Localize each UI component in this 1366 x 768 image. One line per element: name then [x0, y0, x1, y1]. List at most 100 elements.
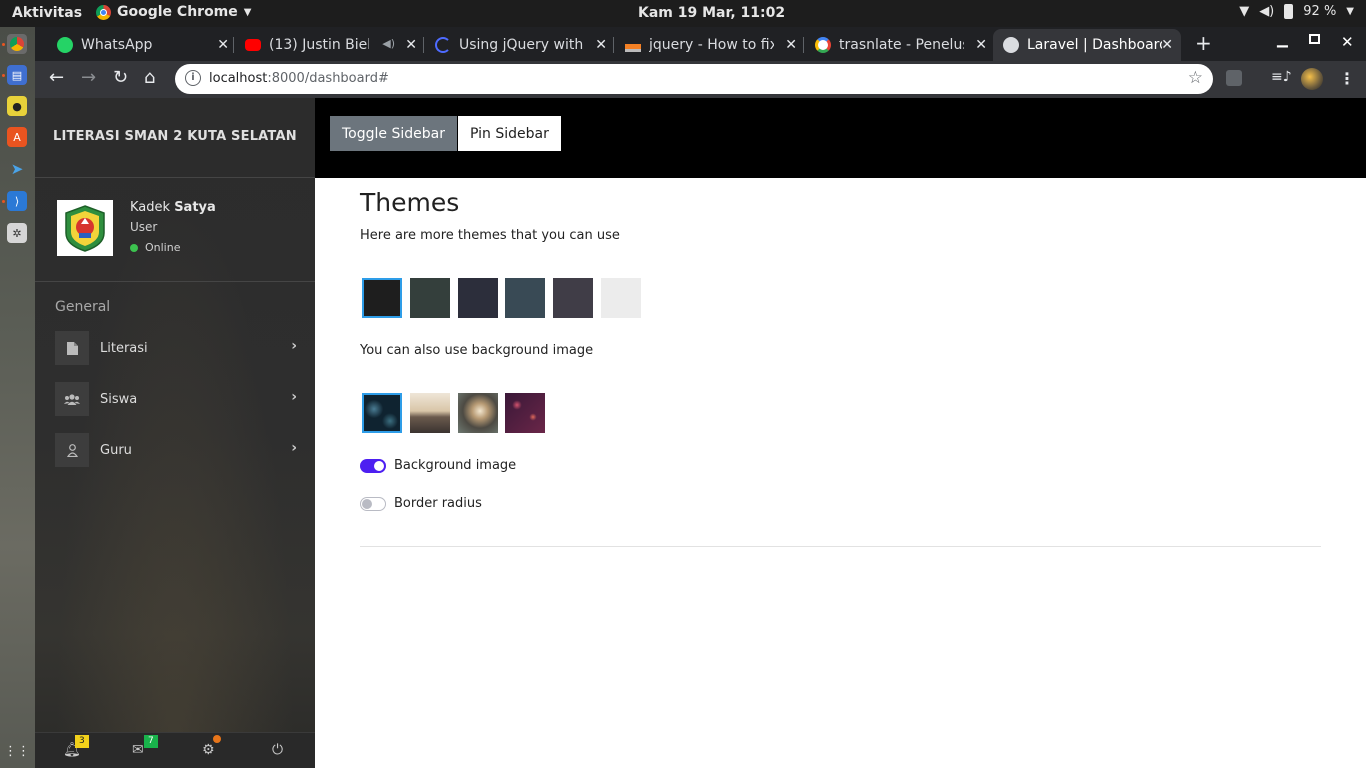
background-description: You can also use background image [360, 343, 594, 358]
app-menu[interactable]: Google Chrome ▼ [96, 4, 251, 20]
files-dock-icon[interactable]: ▤ [7, 65, 27, 85]
tab-whatsapp[interactable]: WhatsApp ✕ [47, 29, 237, 61]
bg-thumb-purple-bokeh[interactable] [505, 393, 545, 433]
bg-thumb-sunset-road[interactable] [410, 393, 450, 433]
theme-swatch[interactable] [362, 278, 402, 318]
tab-google[interactable]: trasnlate - Penelusur ✕ [805, 29, 995, 61]
chevron-right-icon: › [291, 338, 297, 354]
software-dock-icon[interactable]: A [7, 127, 27, 147]
close-icon[interactable]: ✕ [595, 37, 607, 53]
bg-thumb-dandelion[interactable] [458, 393, 498, 433]
audio-icon: ◀) [382, 37, 395, 50]
back-icon[interactable]: ← [49, 68, 64, 88]
tab-strip: WhatsApp ✕ (13) Justin Bieber ◀) ✕ Using… [35, 27, 1366, 61]
new-tab-button[interactable]: + [1195, 31, 1212, 55]
sidebar-item-label: Literasi [100, 340, 148, 356]
tab-stackoverflow[interactable]: jquery - How to fix ✕ [615, 29, 805, 61]
bg-thumb-night-bokeh[interactable] [362, 393, 402, 433]
logout-button[interactable]: ⏻ [272, 742, 283, 758]
settings-dot [213, 735, 221, 743]
user-name: Kadek Satya [130, 200, 216, 215]
theme-swatch[interactable] [601, 278, 641, 318]
forward-icon[interactable]: → [81, 68, 96, 88]
divider [360, 546, 1321, 547]
themes-description: Here are more themes that you can use [360, 228, 620, 243]
extension-icon[interactable] [1226, 70, 1242, 86]
tab-separator [423, 37, 424, 53]
chrome-dock-icon[interactable] [7, 34, 27, 54]
sidebar-footer: 🔔︎ 3 ✉ 7 ⚙ ⏻ [35, 732, 315, 768]
border-radius-toggle-row[interactable]: Border radius [360, 496, 482, 511]
theme-swatch[interactable] [458, 278, 498, 318]
dock: ▤ ● A ➤ ⟩ ✲ ⋮⋮ [0, 27, 35, 768]
toggle-sidebar-button[interactable]: Toggle Sidebar [330, 116, 457, 151]
close-window-icon[interactable]: ✕ [1341, 33, 1354, 51]
settings-button[interactable]: ⚙ [202, 735, 221, 758]
close-icon[interactable]: ✕ [975, 37, 987, 53]
notifications-button[interactable]: 🔔︎ 3 [63, 735, 89, 758]
app-dock-icon[interactable]: ➤ [7, 159, 27, 179]
reload-icon[interactable]: ↻ [113, 68, 128, 88]
close-icon[interactable]: ✕ [785, 37, 797, 53]
music-dock-icon[interactable]: ● [7, 96, 27, 116]
sidebar-item-siswa[interactable]: Siswa › [55, 381, 307, 417]
tab-title: WhatsApp [81, 37, 153, 53]
sidebar-item-literasi[interactable]: Literasi › [55, 330, 307, 366]
profile-avatar[interactable] [1301, 68, 1323, 90]
brand-title[interactable]: LITERASI SMAN 2 KUTA SELATAN [53, 129, 297, 144]
tab-youtube[interactable]: (13) Justin Bieber ◀) ✕ [235, 29, 425, 61]
messages-button[interactable]: ✉ 7 [132, 735, 158, 758]
app-menu-label: Google Chrome [117, 4, 238, 20]
toggle-label: Background image [394, 458, 517, 473]
tab-separator [803, 37, 804, 53]
close-icon[interactable]: ✕ [217, 37, 229, 53]
section-title: General [55, 299, 111, 315]
sidebar-item-guru[interactable]: Guru › [55, 432, 307, 468]
tab-title: (13) Justin Bieber [269, 37, 369, 53]
theme-swatch[interactable] [410, 278, 450, 318]
address-bar[interactable]: i localhost:8000/dashboard# ☆ [175, 64, 1213, 94]
tab-title: trasnlate - Penelusur [839, 37, 964, 53]
clock[interactable]: Kam 19 Mar, 11:02 [638, 5, 785, 21]
background-image-toggle-row[interactable]: Background image [360, 458, 516, 473]
messages-badge: 7 [144, 735, 158, 748]
theme-swatch[interactable] [505, 278, 545, 318]
settings-dock-icon[interactable]: ✲ [7, 223, 27, 243]
maximize-icon[interactable] [1309, 34, 1320, 44]
info-icon[interactable]: i [185, 70, 201, 86]
close-icon[interactable]: ✕ [405, 37, 417, 53]
tab-separator [233, 37, 234, 53]
home-icon[interactable]: ⌂ [144, 68, 155, 88]
online-dot-icon [130, 243, 138, 252]
close-icon[interactable]: ✕ [1161, 37, 1173, 53]
show-apps-icon[interactable]: ⋮⋮ [4, 741, 30, 761]
app-sidebar: LITERASI SMAN 2 KUTA SELATAN Kadek Satya… [35, 98, 315, 768]
chevron-right-icon: › [291, 389, 297, 405]
media-control-icon[interactable]: ≡♪ [1271, 69, 1292, 85]
pin-sidebar-button[interactable]: Pin Sidebar [458, 116, 561, 151]
status-text: Online [145, 241, 181, 254]
user-role: User [130, 220, 158, 234]
tab-laravel-dashboard[interactable]: Laravel | Dashboard ✕ [993, 29, 1181, 61]
globe-icon [1003, 37, 1019, 53]
user-status: Online [130, 241, 180, 254]
sidebar-item-label: Siswa [100, 391, 138, 407]
background-image-switch[interactable] [360, 458, 386, 473]
power-icon: ⏻ [272, 742, 284, 758]
url-text: localhost:8000/dashboard# [209, 71, 389, 86]
minimize-icon[interactable]: ▁ [1277, 32, 1288, 48]
system-tray[interactable]: ▼ ◀) 92 % ▼ [1239, 4, 1354, 19]
border-radius-switch[interactable] [360, 496, 386, 511]
activities-button[interactable]: Aktivitas [12, 5, 82, 21]
youtube-icon [245, 39, 261, 51]
page-title: Themes [360, 188, 460, 217]
vscode-dock-icon[interactable]: ⟩ [7, 191, 27, 211]
battery-icon [1284, 4, 1294, 19]
bookmark-star-icon[interactable]: ☆ [1188, 68, 1203, 88]
theme-swatch[interactable] [553, 278, 593, 318]
tab-jquery-c[interactable]: Using jQuery with C ✕ [425, 29, 615, 61]
active-indicator [2, 200, 5, 203]
main-header: Toggle Sidebar Pin Sidebar [315, 98, 1366, 178]
menu-kebab-icon[interactable]: ⋮ [1339, 69, 1355, 88]
wifi-icon: ▼ [1239, 4, 1250, 19]
